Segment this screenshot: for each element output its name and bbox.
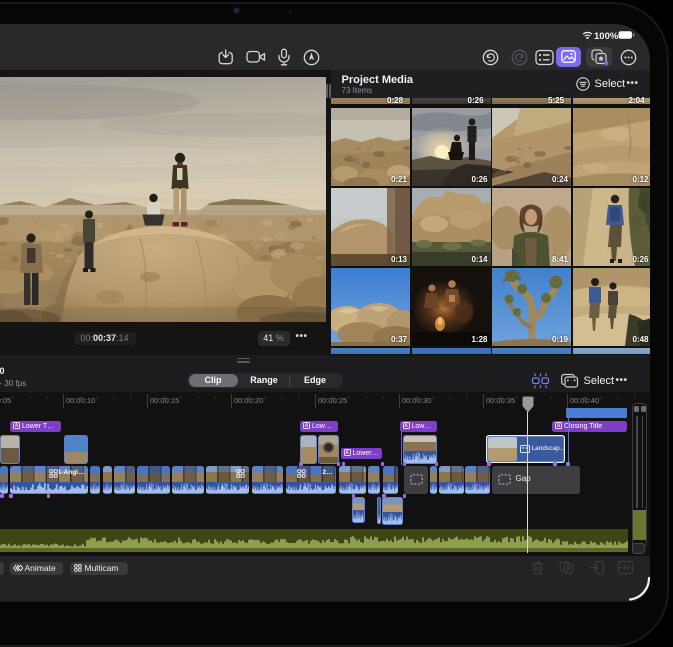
svg-text:100%: 100% [594, 31, 619, 41]
svg-text:00:00:05: 00:00:05 [0, 396, 11, 405]
